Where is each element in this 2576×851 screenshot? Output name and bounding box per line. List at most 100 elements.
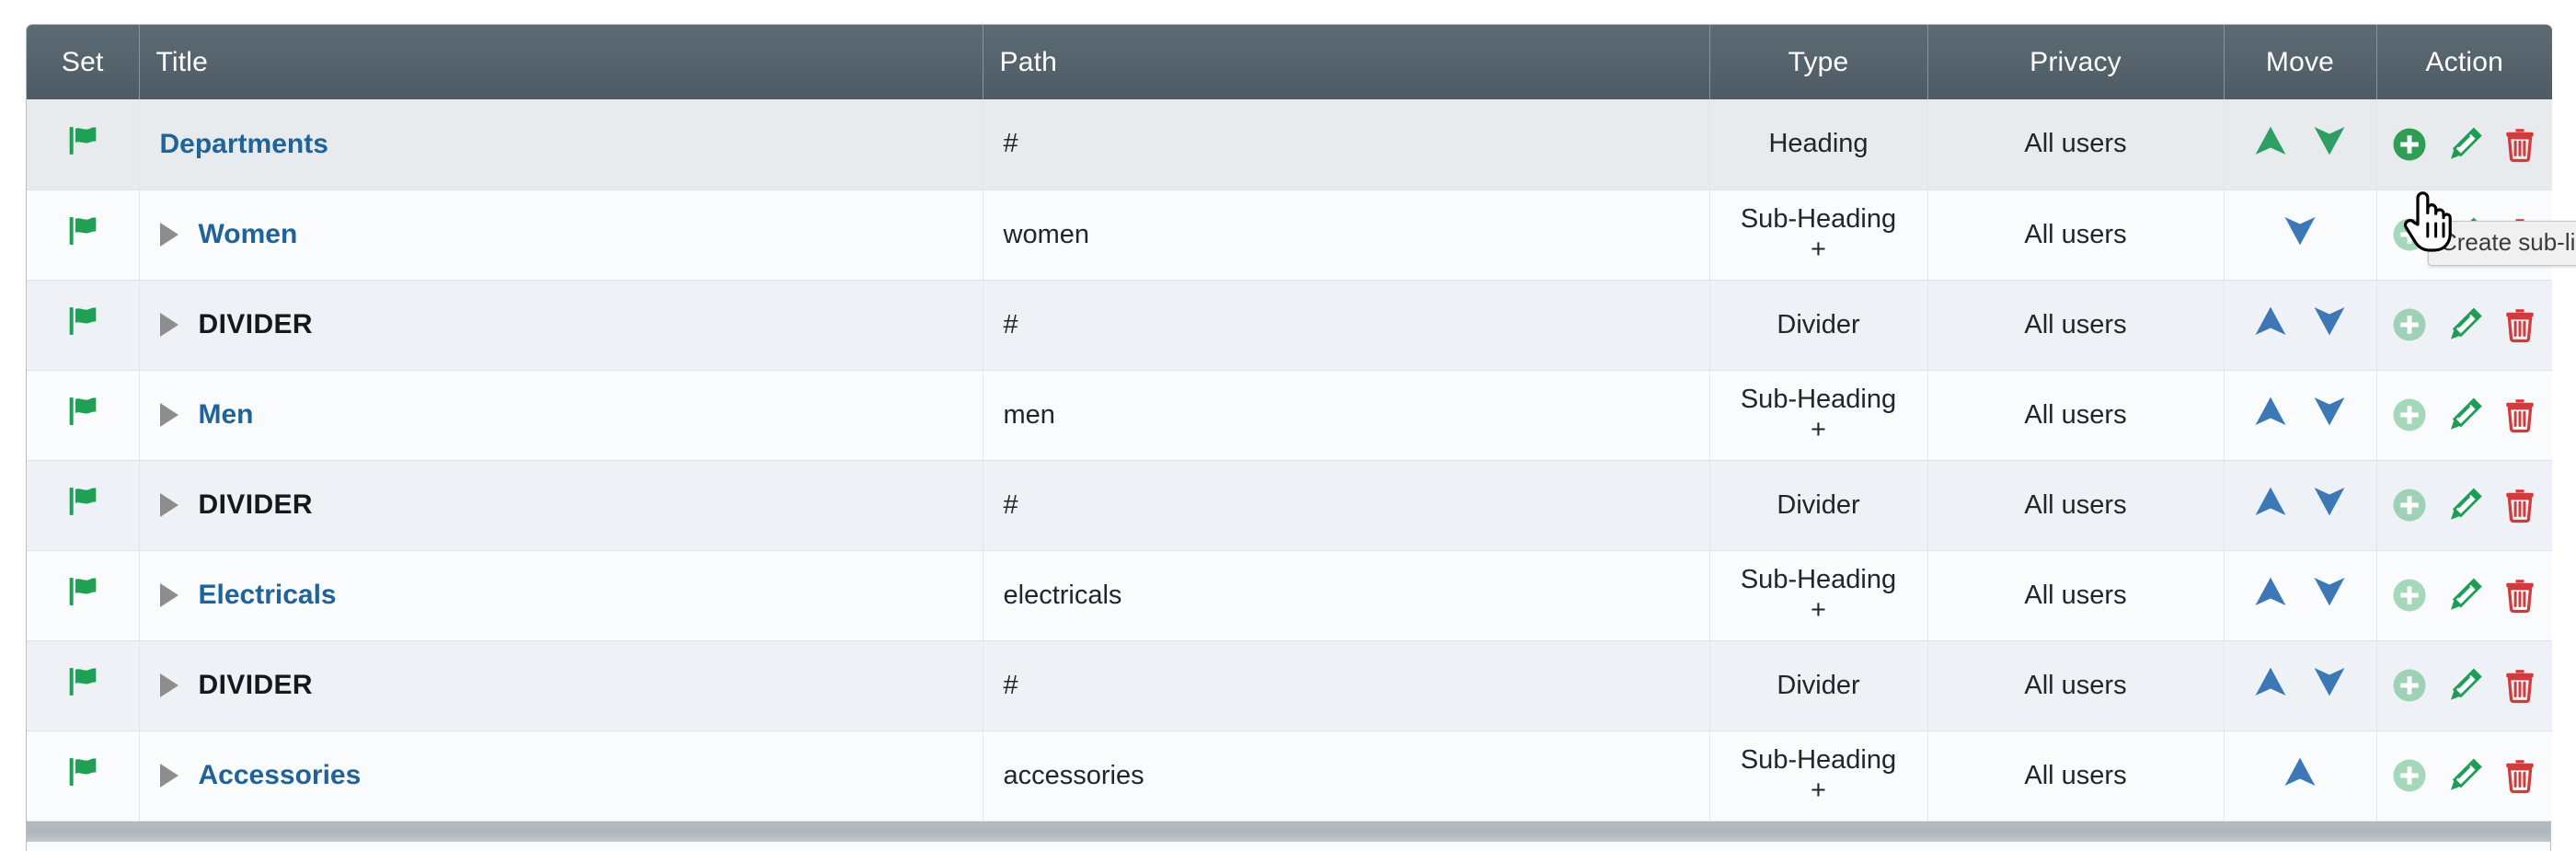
cell-move [2224,640,2377,731]
link-title[interactable]: Women [199,219,298,250]
column-header-type[interactable]: Type [1709,25,1928,99]
delete-icon[interactable] [2501,305,2539,344]
edit-icon[interactable] [2445,486,2484,524]
delete-icon[interactable] [2501,125,2539,164]
cell-set[interactable] [27,99,140,190]
cell-set[interactable] [27,190,140,281]
cell-privacy: All users [1927,99,2225,190]
green-flag-icon[interactable] [64,483,101,527]
create-sub-link-icon[interactable] [2390,666,2429,705]
table-row[interactable]: DIVIDER # Divider All users [27,640,2552,731]
column-header-set[interactable]: Set [27,25,140,99]
edit-icon[interactable] [2445,756,2484,795]
cell-move [2224,280,2377,371]
cell-set[interactable] [27,550,140,641]
move-down-arrow[interactable] [2310,482,2349,528]
move-down-arrow[interactable] [2310,392,2349,438]
green-flag-icon[interactable] [64,303,101,347]
create-sub-link-icon[interactable] [2390,396,2429,434]
link-title[interactable]: Electricals [199,580,337,611]
column-header-title[interactable]: Title [139,25,983,99]
divider-title: DIVIDER [198,309,313,339]
cell-move [2224,730,2377,822]
move-up-arrow[interactable] [2251,302,2290,348]
cell-set[interactable] [27,280,140,371]
table-body: Departments # Heading All users Women women Su… [27,99,2552,822]
green-flag-icon[interactable] [64,573,101,617]
links-table-container: Set Title Path Type Privacy Move Action … [26,24,2576,822]
create-sub-link-icon[interactable] [2390,486,2429,524]
cell-set[interactable] [27,460,140,551]
expand-caret-icon[interactable] [159,673,178,697]
create-sub-link-icon[interactable] [2390,215,2429,254]
link-title[interactable]: Accessories [199,760,362,791]
cell-path: # [983,280,1710,371]
cell-move [2224,460,2377,551]
column-header-action[interactable]: Action [2376,25,2552,99]
delete-icon[interactable] [2501,666,2539,705]
cell-type: Heading [1709,99,1928,190]
cell-privacy: All users [1927,280,2225,371]
move-down-arrow[interactable] [2281,212,2319,258]
edit-icon[interactable] [2445,125,2484,164]
table-row[interactable]: Women women Sub-Heading + All users [27,190,2552,281]
create-sub-link-icon[interactable] [2390,756,2429,795]
edit-icon[interactable] [2445,576,2484,615]
delete-icon[interactable] [2501,756,2539,795]
column-header-move[interactable]: Move [2224,25,2377,99]
cell-set[interactable] [27,730,140,822]
expand-caret-icon[interactable] [159,313,178,337]
cell-move [2224,99,2377,190]
table-footer-area [26,841,2551,851]
create-sub-link-icon[interactable] [2390,305,2429,344]
create-sub-link-icon[interactable] [2390,576,2429,615]
table-row[interactable]: Electricals electricals Sub-Heading + All u… [27,550,2552,641]
column-header-path[interactable]: Path [983,25,1710,99]
expand-caret-icon[interactable] [159,403,178,427]
cell-type: Divider [1709,280,1928,371]
link-title[interactable]: Departments [160,129,328,160]
delete-icon[interactable] [2501,486,2539,524]
table-footer-bar [26,821,2551,842]
green-flag-icon[interactable] [64,213,101,257]
move-up-arrow[interactable] [2251,662,2290,708]
green-flag-icon[interactable] [64,753,101,798]
move-up-arrow[interactable] [2251,572,2290,618]
green-flag-icon[interactable] [64,393,101,437]
cell-set[interactable] [27,640,140,731]
expand-caret-icon[interactable] [159,764,178,788]
move-down-arrow[interactable] [2310,121,2349,167]
table-row[interactable]: DIVIDER # Divider All users [27,280,2552,371]
move-up-arrow[interactable] [2251,482,2290,528]
expand-caret-icon[interactable] [159,583,178,607]
move-down-arrow[interactable] [2310,572,2349,618]
table-row[interactable]: Men men Sub-Heading + All users [27,370,2552,461]
cell-set[interactable] [27,370,140,461]
create-sub-link-icon[interactable] [2390,125,2429,164]
delete-icon[interactable] [2501,396,2539,434]
edit-icon[interactable] [2445,396,2484,434]
cell-type: Divider [1709,460,1928,551]
edit-icon[interactable] [2445,666,2484,705]
table-row[interactable]: Departments # Heading All users [27,99,2552,190]
cell-type: Sub-Heading + [1709,190,1928,281]
move-up-arrow[interactable] [2251,392,2290,438]
move-down-arrow[interactable] [2310,302,2349,348]
column-header-privacy[interactable]: Privacy [1927,25,2225,99]
cell-path: men [983,370,1710,461]
cell-privacy: All users [1927,730,2225,822]
expand-caret-icon[interactable] [159,493,178,517]
green-flag-icon[interactable] [64,663,101,707]
move-down-arrow[interactable] [2310,662,2349,708]
delete-icon[interactable] [2501,576,2539,615]
expand-caret-icon[interactable] [159,223,178,247]
table-row[interactable]: DIVIDER # Divider All users [27,460,2552,551]
cell-title: Electricals [139,550,983,641]
move-up-arrow[interactable] [2281,753,2319,799]
link-title[interactable]: Men [199,399,254,431]
move-up-arrow[interactable] [2251,121,2290,167]
table-header-row: Set Title Path Type Privacy Move Action [27,25,2552,99]
edit-icon[interactable] [2445,305,2484,344]
table-row[interactable]: Accessories accessories Sub-Heading + All u… [27,730,2552,822]
green-flag-icon[interactable] [64,122,101,167]
